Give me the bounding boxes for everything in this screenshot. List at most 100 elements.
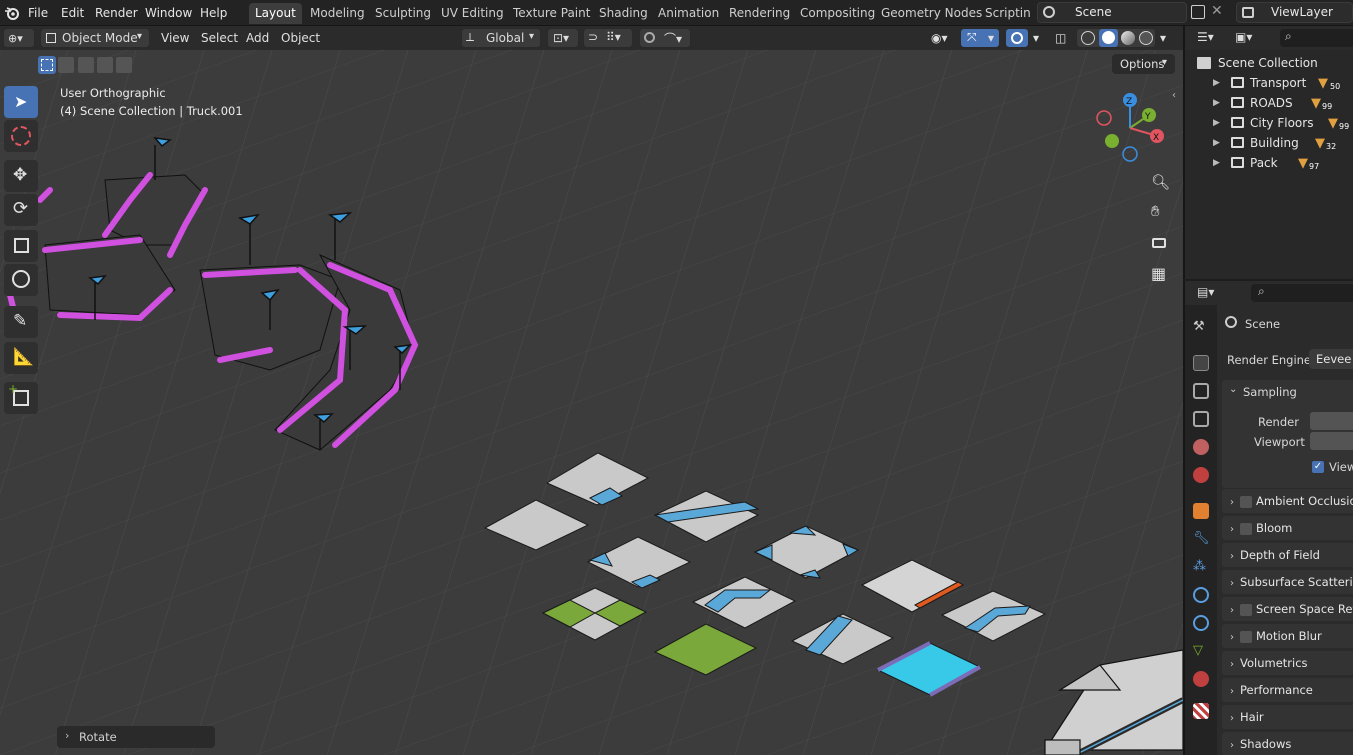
render-engine-select[interactable]: Eevee (1309, 349, 1353, 369)
rendered-shading-icon[interactable] (1139, 31, 1153, 45)
scale-tool[interactable] (4, 230, 38, 262)
outliner-row[interactable]: ▶ ROADS ▼ 99 (1185, 93, 1353, 113)
menu-add[interactable]: Add (241, 28, 274, 48)
panel-ambient-occlusion[interactable]: › Ambient Occlusion (1222, 489, 1353, 513)
panel-volumetrics[interactable]: › Volumetrics (1222, 651, 1353, 675)
copy-scene-icon[interactable] (1191, 5, 1205, 19)
render-tab-icon[interactable] (1193, 355, 1209, 371)
panel-depth-of-field[interactable]: › Depth of Field (1222, 543, 1353, 567)
wireframe-shading-icon[interactable] (1081, 31, 1095, 45)
rotate-tool[interactable]: ⟳ (4, 194, 38, 226)
enable-checkbox[interactable] (1240, 522, 1252, 535)
menu-render[interactable]: Render (91, 4, 142, 22)
scene-selector[interactable]: Scene (1037, 2, 1187, 23)
blender-logo-icon[interactable] (4, 5, 20, 21)
select-intersect-icon[interactable] (116, 57, 132, 73)
modifier-tab-icon[interactable]: 🔧︎ (1193, 531, 1210, 547)
overlay-toggle[interactable] (1005, 28, 1029, 48)
editor-type-selector[interactable]: ⊕▾ (3, 28, 35, 48)
3d-viewport[interactable]: ➤ ✥ ⟳ ✎ 📐 + User Orthographic (4) Scene … (0, 50, 1183, 755)
zoom-button[interactable]: 🔍︎ (1146, 170, 1172, 196)
shading-modes[interactable] (1076, 28, 1156, 48)
viewport-denoise-checkbox[interactable]: ✓ (1312, 461, 1324, 473)
proportional-editing-toggle[interactable]: ⌒▾ (639, 28, 691, 48)
overlay-dropdown-icon[interactable]: ▾ (1028, 28, 1044, 48)
transform-tool[interactable] (4, 264, 38, 296)
enable-checkbox[interactable] (1240, 630, 1252, 643)
ortho-toggle-button[interactable]: ▦ (1146, 260, 1172, 286)
outliner-row[interactable]: ▶ Transport ▼ 50 (1185, 73, 1353, 93)
properties-search-input[interactable]: ⌕ (1251, 284, 1353, 302)
tab-animation[interactable]: Animation (652, 3, 725, 24)
tab-rendering[interactable]: Rendering (723, 3, 796, 24)
panel-screen-space-reflections[interactable]: › Screen Space Refle (1222, 597, 1353, 621)
expand-arrow-icon[interactable]: ▶ (1213, 153, 1220, 173)
menu-window[interactable]: Window (141, 4, 196, 22)
panel-bloom[interactable]: › Bloom (1222, 516, 1353, 540)
menu-object[interactable]: Object (276, 28, 325, 48)
render-samples-field[interactable] (1310, 412, 1353, 430)
tab-geometry-nodes[interactable]: Geometry Nodes (875, 3, 988, 24)
enable-checkbox[interactable] (1240, 495, 1252, 508)
enable-checkbox[interactable] (1240, 603, 1252, 616)
tab-shading[interactable]: Shading (593, 3, 654, 24)
expand-arrow-icon[interactable]: ▶ (1213, 93, 1220, 113)
transform-orientation-selector[interactable]: ⟂ Global ▾ (461, 28, 541, 48)
particles-tab-icon[interactable]: ⁂ (1193, 559, 1209, 575)
cursor-tool[interactable] (4, 120, 38, 152)
panel-motion-blur[interactable]: › Motion Blur (1222, 624, 1353, 648)
menu-view[interactable]: View (156, 28, 194, 48)
tab-layout[interactable]: Layout (249, 3, 302, 24)
menu-select[interactable]: Select (196, 28, 243, 48)
tab-scripting[interactable]: Scripting (979, 3, 1031, 24)
navigation-gizmo[interactable]: Z Y X (1092, 88, 1172, 168)
measure-tool[interactable]: 📐 (4, 342, 38, 374)
select-extend-icon[interactable] (58, 57, 74, 73)
select-box-tool[interactable]: ➤ (4, 86, 38, 118)
tab-uv-editing[interactable]: UV Editing (435, 3, 510, 24)
panel-performance[interactable]: › Performance (1222, 678, 1353, 702)
chevron-down-icon[interactable]: ⌄ (1229, 384, 1237, 395)
solid-shading-icon[interactable] (1099, 29, 1118, 47)
properties-editor-icon[interactable]: ▤▾ (1197, 285, 1214, 299)
physics-tab-icon[interactable] (1193, 587, 1209, 603)
material-shading-icon[interactable] (1121, 31, 1135, 45)
panel-shadows[interactable]: › Shadows (1222, 732, 1353, 755)
mode-selector[interactable]: Object Mode ▾ (40, 28, 150, 48)
outliner-search-input[interactable]: ⌕ (1280, 29, 1353, 47)
xray-toggle-icon[interactable]: ◫ (1050, 28, 1071, 48)
viewport-scene[interactable] (0, 50, 1183, 755)
pan-button[interactable]: ✋︎ (1146, 199, 1172, 225)
outliner-root-row[interactable]: Scene Collection (1185, 53, 1353, 73)
options-dropdown[interactable]: Options ▾ (1112, 54, 1175, 74)
data-tab-icon[interactable]: ▽ (1193, 643, 1209, 659)
select-invert-icon[interactable] (97, 57, 113, 73)
pivot-point-selector[interactable]: ⊡▾ (547, 28, 579, 48)
display-mode-icon[interactable]: ▣▾ (1235, 30, 1252, 44)
last-operator-panel[interactable]: › Rotate (57, 726, 215, 748)
panel-hair[interactable]: › Hair (1222, 705, 1353, 729)
close-scene-icon[interactable]: ✕ (1211, 3, 1223, 19)
select-new-icon[interactable] (38, 56, 56, 74)
annotate-tool[interactable]: ✎ (4, 306, 38, 338)
add-cube-tool[interactable]: + (4, 382, 38, 414)
move-tool[interactable]: ✥ (4, 160, 38, 192)
panel-subsurface-scattering[interactable]: › Subsurface Scattering (1222, 570, 1353, 594)
select-subtract-icon[interactable] (78, 57, 94, 73)
output-tab-icon[interactable] (1193, 383, 1209, 399)
expand-arrow-icon[interactable]: ▶ (1213, 113, 1220, 133)
menu-file[interactable]: File (24, 4, 52, 22)
view-layer-tab-icon[interactable] (1193, 411, 1209, 427)
outliner-row[interactable]: ▶ City Floors ▼ 99 (1185, 113, 1353, 133)
gizmo-dropdown-icon[interactable]: ▾ (983, 28, 999, 48)
outliner-row[interactable]: ▶ Building ▼ 32 (1185, 133, 1353, 153)
expand-arrow-icon[interactable]: ▶ (1213, 133, 1220, 153)
tool-tab-icon[interactable]: ⚒ (1193, 319, 1209, 335)
visibility-icon[interactable]: ◉▾ (926, 28, 953, 48)
viewport-samples-field[interactable] (1310, 432, 1353, 450)
texture-tab-icon[interactable] (1193, 703, 1209, 719)
shading-dropdown-icon[interactable]: ▾ (1155, 28, 1171, 48)
object-tab-icon[interactable] (1193, 503, 1209, 519)
outliner-row[interactable]: ▶ Pack ▼ 97 (1185, 153, 1353, 173)
material-tab-icon[interactable] (1193, 671, 1209, 687)
